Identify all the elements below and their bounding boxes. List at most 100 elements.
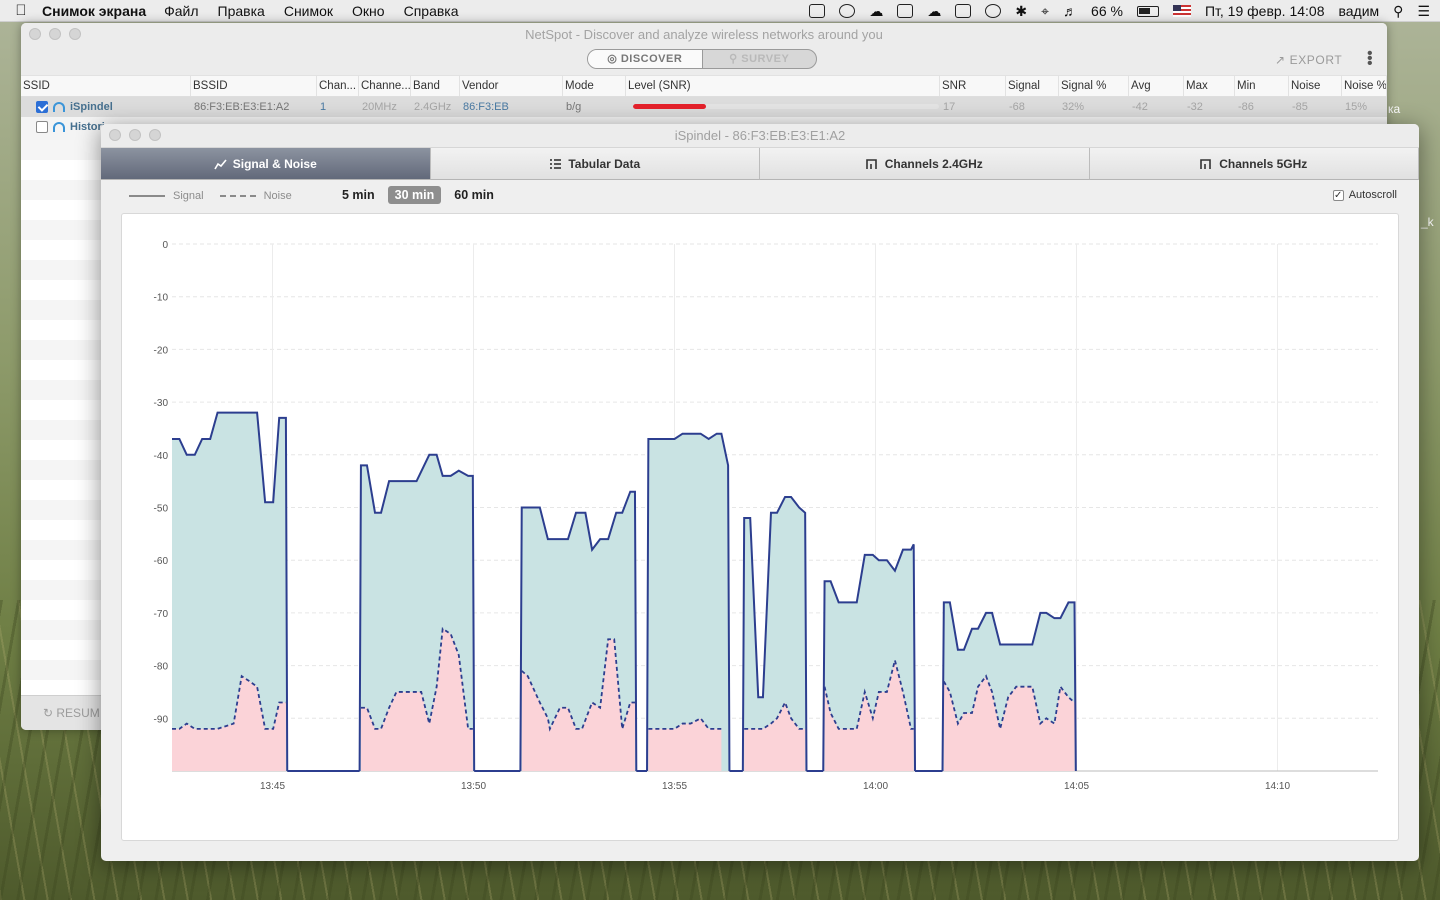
- battery-icon[interactable]: [1136, 5, 1159, 17]
- tab-signal-noise[interactable]: Signal & Noise: [101, 148, 431, 180]
- autoscroll-checkbox[interactable]: ✓: [1332, 189, 1344, 201]
- autoscroll-label: Autoscroll: [1348, 189, 1397, 201]
- status-display-icon[interactable]: [955, 4, 972, 18]
- resume-label: RESUM: [56, 706, 100, 720]
- ssid-cell: iSpindel: [21, 97, 191, 117]
- line-chart-icon: [214, 158, 227, 169]
- status-sync-icon[interactable]: [985, 4, 1002, 18]
- ssid-text: iSpindel: [70, 101, 113, 113]
- y-tick-label: -40: [154, 451, 169, 462]
- x-tick-label: 14:05: [1064, 781, 1089, 792]
- x-tick-label: 14:00: [863, 781, 888, 792]
- column-header-snr[interactable]: SNR: [940, 76, 1006, 96]
- range-30-min-button[interactable]: 30 min: [387, 186, 442, 204]
- legend-signal-swatch: [129, 195, 165, 197]
- status-info-icon[interactable]: [839, 4, 856, 18]
- battery-percent[interactable]: 66 %: [1091, 3, 1123, 19]
- column-header-ssid[interactable]: SSID: [21, 76, 191, 96]
- menu-help[interactable]: Справка: [404, 3, 459, 19]
- refresh-icon: ↻: [43, 706, 57, 720]
- status-app-icon[interactable]: [809, 4, 826, 18]
- tab-tabular-data[interactable]: Tabular Data: [430, 148, 760, 180]
- table-row[interactable]: iSpindel 86:F3:EB:E3:E1:A2 1 20MHz 2.4GH…: [21, 97, 1387, 117]
- more-options-icon[interactable]: • • •: [1367, 46, 1373, 72]
- menu-file[interactable]: Файл: [164, 3, 198, 19]
- bluetooth-icon[interactable]: ✱: [1015, 3, 1027, 20]
- resume-button[interactable]: ↻ RESUM: [21, 695, 101, 730]
- channel-chart-icon: [1200, 158, 1212, 169]
- tab-channels-5ghz[interactable]: Channels 5GHz: [1089, 148, 1419, 180]
- volume-icon[interactable]: ♬: [1063, 3, 1077, 19]
- tab-channels-5ghz-label: Channels 5GHz: [1219, 156, 1308, 171]
- range-5-min-button[interactable]: 5 min: [335, 186, 382, 204]
- column-header-bssid[interactable]: BSSID: [191, 76, 317, 96]
- discover-mode-button[interactable]: ◎ DISCOVER: [588, 50, 703, 68]
- range-60-min-button[interactable]: 60 min: [447, 186, 501, 204]
- details-titlebar: iSpindel - 86:F3:EB:E3:E1:A2: [101, 124, 1419, 148]
- level-bar: [633, 104, 939, 109]
- menu-capture[interactable]: Снимок: [284, 3, 333, 19]
- clock[interactable]: Пт, 19 февр. 14:08: [1205, 3, 1325, 19]
- wifi-icon[interactable]: ⌖: [1041, 3, 1049, 20]
- column-header-noise-percent[interactable]: Noise %: [1342, 76, 1387, 96]
- user-name[interactable]: вадим: [1338, 3, 1379, 19]
- column-header-noise[interactable]: Noise: [1289, 76, 1342, 96]
- tab-tabular-data-label: Tabular Data: [568, 156, 641, 171]
- signal-cell: -68: [1009, 101, 1025, 113]
- column-header-min[interactable]: Min: [1235, 76, 1289, 96]
- tab-signal-noise-label: Signal & Noise: [232, 156, 317, 171]
- menu-edit[interactable]: Правка: [218, 3, 265, 19]
- list-icon: [550, 158, 562, 169]
- column-header-signal[interactable]: Signal: [1006, 76, 1059, 96]
- chart-legend: Signal Noise: [129, 190, 292, 202]
- row-checkbox[interactable]: [36, 121, 48, 133]
- signal-area: [647, 433, 730, 771]
- x-tick-label: 13:55: [662, 781, 687, 792]
- export-button[interactable]: ↗ EXPORT: [1275, 53, 1342, 67]
- column-header-level[interactable]: Level (SNR): [626, 76, 940, 96]
- notification-center-icon[interactable]: ☰: [1417, 3, 1430, 20]
- time-range-selector: 5 min 30 min 60 min: [335, 186, 501, 204]
- signal-area: [172, 412, 288, 771]
- avg-cell: -42: [1132, 101, 1148, 113]
- details-tabs: Signal & Noise Tabular Data Channels 2.4…: [101, 148, 1419, 180]
- app-menu[interactable]: Снимок экрана: [42, 3, 146, 19]
- column-header-avg[interactable]: Avg: [1129, 76, 1184, 96]
- desktop-file-label: _k: [1421, 215, 1434, 229]
- weather-icon[interactable]: ☁: [927, 3, 941, 20]
- y-tick-label: -20: [154, 345, 169, 356]
- column-header-channel-width[interactable]: Channe...: [359, 76, 411, 96]
- x-tick-label: 13:45: [260, 781, 285, 792]
- export-label: EXPORT: [1289, 53, 1343, 67]
- channel-chart-icon: [865, 158, 877, 169]
- apple-menu-icon[interactable]: : [0, 2, 42, 19]
- column-header-max[interactable]: Max: [1184, 76, 1235, 96]
- y-tick-label: 0: [162, 240, 168, 251]
- status-calendar-icon[interactable]: [897, 4, 914, 18]
- input-source-flag-icon[interactable]: [1172, 5, 1191, 17]
- survey-mode-button[interactable]: ⚲ SURVEY: [703, 50, 817, 68]
- bssid-cell: 86:F3:EB:E3:E1:A2: [194, 101, 290, 113]
- column-header-mode[interactable]: Mode: [563, 76, 626, 96]
- mode-switch: ◎ DISCOVER ⚲ SURVEY: [587, 49, 817, 69]
- spotlight-search-icon[interactable]: ⚲: [1393, 3, 1403, 20]
- y-tick-label: -30: [154, 398, 169, 409]
- column-header-channel[interactable]: Chan...: [317, 76, 359, 96]
- column-header-band[interactable]: Band: [411, 76, 460, 96]
- main-titlebar: NetSpot - Discover and analyze wireless …: [21, 23, 1387, 75]
- menu-window[interactable]: Окно: [352, 3, 385, 19]
- tab-channels-2-4ghz[interactable]: Channels 2.4GHz: [760, 148, 1090, 180]
- desktop-file-label: ка: [1388, 102, 1401, 116]
- autoscroll-toggle[interactable]: ✓ Autoscroll: [1332, 189, 1397, 201]
- y-tick-label: -90: [154, 714, 169, 725]
- channel-width-cell: 20MHz: [362, 101, 397, 113]
- networks-table-header: SSID BSSID Chan... Channe... Band Vendor…: [21, 75, 1387, 97]
- row-checkbox[interactable]: [36, 101, 48, 113]
- column-header-vendor[interactable]: Vendor: [460, 76, 563, 96]
- legend-signal-label: Signal: [173, 190, 204, 202]
- y-tick-label: -10: [154, 293, 169, 304]
- column-header-signal-percent[interactable]: Signal %: [1059, 76, 1129, 96]
- y-tick-label: -60: [154, 556, 169, 567]
- table-empty-rows: [21, 140, 101, 698]
- cloud-icon[interactable]: ☁: [869, 3, 883, 20]
